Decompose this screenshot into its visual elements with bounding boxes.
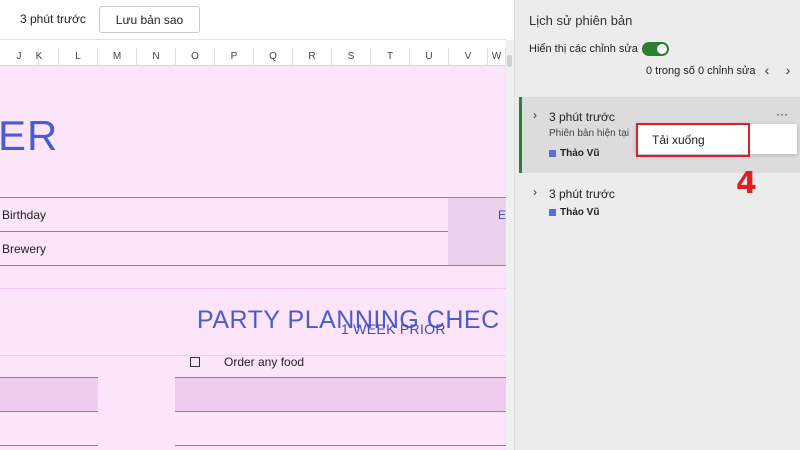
checklist-item-text[interactable]: Order any food xyxy=(224,355,304,369)
column-header[interactable]: Q xyxy=(254,48,293,66)
spreadsheet-area: 3 phút trước Lưu bản sao J K L M N O P Q… xyxy=(0,0,514,450)
column-header[interactable]: V xyxy=(449,48,488,66)
cell-brewery[interactable]: Brewery xyxy=(2,242,46,256)
version-time: 3 phút trước xyxy=(549,110,615,124)
column-header[interactable]: P xyxy=(215,48,254,66)
annotation-highlight-box xyxy=(636,123,750,157)
sheet-grid[interactable]: ER Birthday E Brewery PARTY PLANNING CHE… xyxy=(0,66,506,450)
column-headers: J K L M N O P Q R S T U V W xyxy=(0,48,506,66)
show-changes-toggle[interactable] xyxy=(642,42,669,56)
header-bottom-line xyxy=(175,411,506,412)
author-color-square xyxy=(549,150,556,157)
column-header[interactable]: M xyxy=(98,48,137,66)
chevron-left-icon[interactable]: ‹ xyxy=(759,60,775,80)
version-author: Thảo Vũ xyxy=(560,148,600,159)
row-divider xyxy=(0,445,98,446)
version-item[interactable]: › 3 phút trước Thảo Vũ xyxy=(519,182,800,226)
column-header[interactable]: T xyxy=(371,48,410,66)
column-header[interactable]: R xyxy=(293,48,332,66)
column-header[interactable]: S xyxy=(332,48,371,66)
header-cell-left xyxy=(0,377,98,411)
panel-title: Lịch sử phiên bản xyxy=(529,13,633,28)
checklist-checkbox[interactable] xyxy=(190,357,200,367)
version-time: 3 phút trước xyxy=(549,187,615,201)
annotation-step-number: 4 xyxy=(736,166,757,201)
toggle-knob xyxy=(657,44,667,54)
column-header[interactable]: W xyxy=(488,48,506,66)
column-header[interactable]: N xyxy=(137,48,176,66)
header-bottom-line xyxy=(0,411,98,412)
version-time-label: 3 phút trước xyxy=(20,12,86,26)
cell-birthday[interactable]: Birthday xyxy=(2,208,46,222)
save-copy-button[interactable]: Lưu bản sao xyxy=(99,6,200,33)
column-header[interactable]: K xyxy=(20,48,59,66)
row-divider xyxy=(0,265,506,266)
header-top-line xyxy=(0,377,98,378)
sheet-title-fragment: ER xyxy=(0,112,59,159)
edit-count: 0 trong số 0 chỉnh sửa xyxy=(646,65,756,77)
chevron-right-icon[interactable]: › xyxy=(533,108,537,122)
more-options-icon[interactable]: ··· xyxy=(773,108,791,121)
column-header[interactable]: L xyxy=(59,48,98,66)
header-top-line xyxy=(175,377,506,378)
week-header-cell xyxy=(175,377,506,411)
column-header[interactable]: U xyxy=(410,48,449,66)
show-changes-label: Hiển thị các chỉnh sửa xyxy=(529,43,638,55)
version-history-panel: Lịch sử phiên bản Hiển thị các chỉnh sửa… xyxy=(514,0,800,450)
version-toolbar: 3 phút trước Lưu bản sao xyxy=(0,0,506,40)
version-author: Thảo Vũ xyxy=(560,207,600,218)
author-color-square xyxy=(549,209,556,216)
current-version-label: Phiên bản hiện tại xyxy=(549,128,630,139)
row-divider xyxy=(0,231,448,232)
week-prior-header: 1 WEEK PRIOR xyxy=(341,321,446,337)
row-divider xyxy=(175,445,506,446)
scrollbar-thumb[interactable] xyxy=(507,55,512,67)
row-divider xyxy=(0,197,506,198)
vertical-scrollbar[interactable] xyxy=(506,40,514,450)
chevron-right-icon[interactable]: › xyxy=(780,60,796,80)
section-divider xyxy=(0,288,506,289)
cell-right-fragment[interactable]: E xyxy=(498,208,506,222)
chevron-right-icon[interactable]: › xyxy=(533,185,537,199)
column-header[interactable]: O xyxy=(176,48,215,66)
